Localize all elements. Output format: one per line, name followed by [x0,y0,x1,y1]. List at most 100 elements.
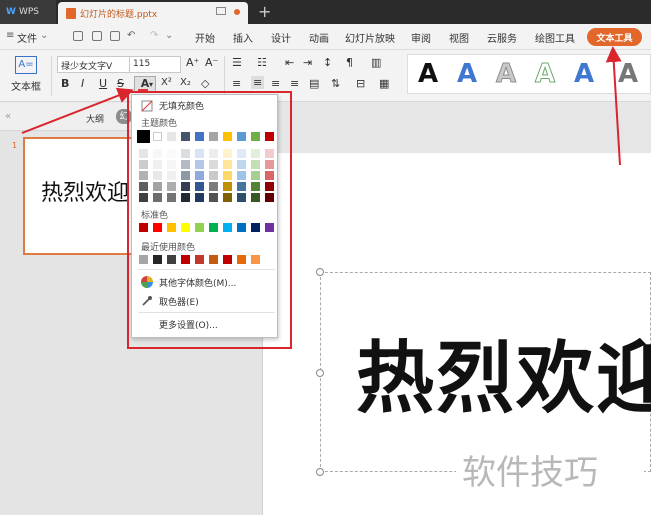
collapse-pane-icon[interactable]: « [5,111,11,122]
theme-shade-swatch[interactable] [265,193,274,202]
theme-shade-swatch[interactable] [139,193,148,202]
text-style-blue[interactable]: A [457,59,477,89]
theme-color-swatch[interactable] [265,132,274,141]
theme-shade-swatch[interactable] [223,182,232,191]
smartart-icon[interactable]: ▦ [379,77,389,90]
screen-icon[interactable] [216,7,226,15]
theme-shade-swatch[interactable] [251,149,260,158]
bullet-list-icon[interactable]: ☰ [232,56,242,69]
text-style-black[interactable]: A [418,59,438,89]
theme-shade-swatch[interactable] [223,149,232,158]
tab-text-tools[interactable]: 文本工具 [587,28,642,46]
slide-thumbnail[interactable]: 热烈欢迎 [23,137,141,255]
theme-shade-swatch[interactable] [153,193,162,202]
slide-title-text[interactable]: 热烈欢迎 [356,316,651,428]
standard-color-swatch[interactable] [223,223,232,232]
theme-shade-swatch[interactable] [195,149,204,158]
theme-shade-swatch[interactable] [251,171,260,180]
text-style-blue-bold[interactable]: A [574,59,594,89]
theme-shade-swatch[interactable] [139,160,148,169]
recent-color-swatch[interactable] [153,255,162,264]
theme-shade-swatch[interactable] [209,193,218,202]
recent-color-swatch[interactable] [209,255,218,264]
theme-shade-swatch[interactable] [195,182,204,191]
theme-shade-swatch[interactable] [209,149,218,158]
theme-color-swatch[interactable] [137,130,150,143]
theme-shade-swatch[interactable] [223,171,232,180]
text-direction-icon[interactable]: ⇅ [331,77,340,90]
hamburger-menu-icon[interactable]: ≡ [6,30,14,41]
no-fill-option[interactable]: 无填充颜色 [132,98,279,113]
theme-shade-swatch[interactable] [237,193,246,202]
tab-home[interactable]: 开始 [195,30,215,45]
theme-color-swatch[interactable] [181,132,190,141]
paragraph-icon[interactable]: ¶ [346,56,353,69]
theme-shade-swatch[interactable] [251,193,260,202]
theme-shade-swatch[interactable] [167,171,176,180]
italic-button[interactable]: I [81,77,84,90]
theme-shade-swatch[interactable] [181,182,190,191]
standard-color-swatch[interactable] [167,223,176,232]
theme-shade-swatch[interactable] [237,171,246,180]
theme-shade-swatch[interactable] [167,193,176,202]
theme-shade-swatch[interactable] [139,149,148,158]
underline-button[interactable]: U [99,77,107,90]
theme-shade-swatch[interactable] [223,193,232,202]
theme-shade-swatch[interactable] [195,193,204,202]
text-style-gray-shadow[interactable]: A [618,59,638,89]
recent-color-swatch[interactable] [195,255,204,264]
new-tab-icon[interactable]: + [258,2,271,21]
tab-cloud-service[interactable]: 云服务 [487,30,517,45]
theme-shade-swatch[interactable] [251,160,260,169]
tab-slides[interactable]: 幻 [116,109,132,124]
redo-icon[interactable]: ↷ [150,30,158,41]
theme-color-swatch[interactable] [209,132,218,141]
recent-color-swatch[interactable] [251,255,260,264]
clear-format-icon[interactable]: ◇ [201,77,209,90]
recent-color-swatch[interactable] [139,255,148,264]
tab-design[interactable]: 设计 [271,30,291,45]
superscript-button[interactable]: X² [161,77,172,88]
resize-handle[interactable] [316,268,324,276]
text-style-gray-outline[interactable]: A [495,59,516,90]
theme-shade-swatch[interactable] [139,171,148,180]
outdent-icon[interactable]: ⇤ [285,56,294,69]
print-icon[interactable] [92,31,102,41]
more-colors-option[interactable]: 其他字体颜色(M)... [132,274,279,290]
theme-shade-swatch[interactable] [209,160,218,169]
file-menu[interactable]: 文件 [17,30,37,45]
recent-color-swatch[interactable] [223,255,232,264]
recent-color-swatch[interactable] [167,255,176,264]
theme-shade-swatch[interactable] [265,160,274,169]
subscript-button[interactable]: X₂ [180,77,191,88]
tab-insert[interactable]: 插入 [233,30,253,45]
theme-shade-swatch[interactable] [153,149,162,158]
theme-color-swatch[interactable] [167,132,176,141]
theme-shade-swatch[interactable] [167,149,176,158]
theme-color-swatch[interactable] [223,132,232,141]
numbered-list-icon[interactable]: ☷ [257,56,267,69]
document-tab[interactable]: 幻灯片的标题.pptx [58,2,248,24]
decrease-font-icon[interactable]: A⁻ [205,56,218,69]
align-left-icon[interactable]: ≡ [232,77,241,90]
theme-color-swatch[interactable] [153,132,162,141]
save-icon[interactable] [73,31,83,41]
theme-shade-swatch[interactable] [167,160,176,169]
textbox-button[interactable]: A= 文本框 [6,56,46,96]
vertical-align-icon[interactable]: ⊟ [356,77,365,90]
theme-shade-swatch[interactable] [237,149,246,158]
theme-shade-swatch[interactable] [181,193,190,202]
print-preview-icon[interactable] [110,31,120,41]
eyedropper-option[interactable]: 取色器(E) [132,293,279,309]
theme-shade-swatch[interactable] [181,171,190,180]
standard-color-swatch[interactable] [181,223,190,232]
standard-color-swatch[interactable] [265,223,274,232]
theme-color-swatch[interactable] [195,132,204,141]
standard-color-swatch[interactable] [139,223,148,232]
column-icon[interactable]: ▥ [371,56,381,69]
file-menu-chevron-icon[interactable]: ⌄ [40,30,48,41]
theme-shade-swatch[interactable] [195,171,204,180]
resize-handle[interactable] [316,468,324,476]
theme-shade-swatch[interactable] [237,160,246,169]
recent-color-swatch[interactable] [237,255,246,264]
